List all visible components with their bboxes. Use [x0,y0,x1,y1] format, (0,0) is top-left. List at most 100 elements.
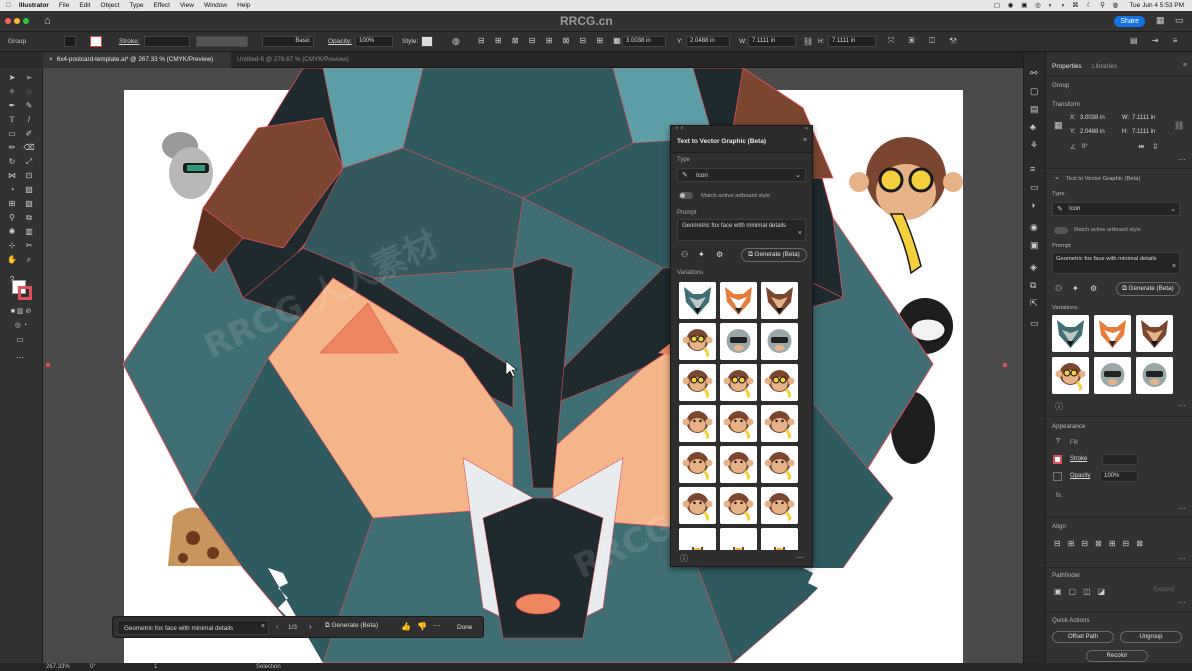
variation-thumbnail[interactable] [679,282,716,319]
graphic-styles-icon[interactable]: ▣ [1030,240,1039,251]
menu-type[interactable]: Type [129,2,143,9]
magic-wand-tool-icon[interactable]: ✧ [6,86,18,98]
prop-w-value[interactable]: 7.1111 in [1132,115,1155,121]
brushes-icon[interactable]: ♣ [1030,122,1036,132]
transform-more-icon[interactable]: ⋯ [1178,155,1186,164]
menu-effect[interactable]: Effect [153,2,170,9]
artboards-icon[interactable]: ⧉ [1030,280,1036,291]
tab-untitled-6[interactable]: Untitled-6 @ 278.67 % (CMYK/Preview) [231,52,371,68]
tab-properties[interactable]: Properties [1052,63,1082,70]
apple-icon[interactable]:  [6,2,11,9]
artboard-tool-icon[interactable]: ⊹ [6,240,18,252]
brush-stroke-field[interactable]: Basic [262,36,314,47]
type-dropdown[interactable]: ✎ Icon ⌄ [677,168,806,182]
pathfinder-more-icon[interactable]: ⋯ [1178,598,1186,607]
variable-width-field[interactable] [196,36,248,47]
transform-icons[interactable]: ⤧ ▣ ◫ ⚒ [888,36,963,46]
prop-variations-more-icon[interactable]: ⋯ [1178,401,1186,410]
prop-effects-icon[interactable]: ✦ [1072,284,1079,293]
right-handle[interactable] [1003,363,1007,367]
variation-thumbnail[interactable] [761,282,798,319]
variation-thumbnail[interactable] [720,405,757,442]
blend-tool-icon[interactable]: ⧉ [23,212,35,224]
prop-rotate-value[interactable]: 0° [1082,144,1088,150]
left-handle[interactable] [46,363,50,367]
variation-thumbnail[interactable] [679,405,716,442]
reference-point-icon[interactable]: ▦ [1054,120,1063,131]
menu-app-name[interactable]: Illustrator [19,2,49,9]
appearance-more-icon[interactable]: ⋯ [1178,504,1186,513]
clock[interactable]: Tue Jun 4 5:53 PM [1129,2,1184,9]
stroke-swatch[interactable] [90,36,102,47]
minimize-window-icon[interactable] [14,18,20,24]
variation-thumbnail[interactable] [761,528,798,550]
width-tool-icon[interactable]: ⋈ [6,170,18,182]
style-swatch[interactable] [421,36,433,47]
rotation-value[interactable]: 0° [90,664,96,670]
panel-collapse-icon[interactable]: » [805,126,808,132]
fill-stroke-swatches[interactable] [12,280,34,300]
h-field[interactable]: 7.1111 in [828,36,876,47]
align-more-icon[interactable]: ⋯ [1178,554,1186,563]
prop-match-style-toggle[interactable] [1054,227,1068,234]
home-icon[interactable]: ⌂ [44,15,51,27]
zoom-window-icon[interactable] [23,18,29,24]
menu-help[interactable]: Help [237,2,250,9]
pencil-tool-icon[interactable]: ✏ [6,142,18,154]
next-variation-icon[interactable]: › [309,622,312,631]
slice-tool-icon[interactable]: ✂ [23,240,35,252]
hand-tool-icon[interactable]: ✋ [6,254,18,266]
context-prompt-input[interactable]: Geometric fox face with minimal details … [117,620,269,635]
koala-sticker[interactable] [162,132,213,199]
prop-prompt-input[interactable]: Geometric fox face with minimal details … [1052,252,1180,274]
variation-thumbnail[interactable] [720,487,757,524]
close-tab-icon[interactable]: × [49,56,53,63]
prop-generate-button[interactable]: ⧉ Generate (Beta) [1116,282,1180,296]
flip-vertical-icon[interactable]: ⇳ [1152,142,1159,151]
type-tool-icon[interactable]: T [6,114,18,126]
opacity-label[interactable]: Opacity: [328,38,352,45]
prop-variation-thumbnail[interactable] [1052,357,1089,394]
prop-variation-thumbnail[interactable] [1094,357,1131,394]
menu-object[interactable]: Object [101,2,120,9]
paintbrush-tool-icon[interactable]: ✐ [23,128,35,140]
fx-label[interactable]: fx. [1056,492,1063,499]
stroke-swatch-icon[interactable] [18,286,32,300]
color-mode-icons[interactable]: ■ ▥ ⊘ [6,306,36,318]
w-field[interactable]: 7.1111 in [748,36,796,47]
search-icon-2[interactable]: ⌕ [1130,15,1135,26]
context-more-icon[interactable]: ⋯ [433,621,441,630]
offset-path-button[interactable]: Offset Path [1052,631,1114,643]
effects-icon[interactable]: ✦ [698,250,705,259]
eyedropper-tool-icon[interactable]: ⚲ [6,212,18,224]
prop-type-dropdown[interactable]: ✎ Icon ⌄ [1052,202,1180,216]
panel-menu-icon[interactable]: ≡ [803,137,807,144]
collapse-t2v-icon[interactable]: ⌄ [1054,173,1060,181]
free-transform-tool-icon[interactable]: ⊡ [23,170,35,182]
prop-variation-thumbnail[interactable] [1136,315,1173,352]
artwork-fox[interactable] [43,68,1023,663]
prev-variation-icon[interactable]: ‹ [276,622,279,631]
rotate-tool-icon[interactable]: ↻ [6,156,18,168]
layers-icon[interactable]: ◈ [1030,262,1037,273]
curvature-tool-icon[interactable]: ✎ [23,100,35,112]
y-field[interactable]: 2.0488 in [686,36,730,47]
gradient-tool-icon[interactable]: ▨ [23,198,35,210]
opacity-field[interactable]: 100% [355,36,393,47]
variation-thumbnail[interactable] [679,364,716,401]
prop-h-value[interactable]: 7.1111 in [1132,129,1155,135]
clear-prompt-icon[interactable]: × [798,230,802,237]
gradient-panel-icon[interactable]: ▭ [1030,182,1039,193]
column-graph-tool-icon[interactable]: ▥ [23,226,35,238]
libraries-icon[interactable]: ▤ [1030,104,1039,115]
constrain-proportions-icon[interactable]: ⛓ [803,37,813,46]
ungroup-button[interactable]: Ungroup [1120,631,1182,643]
variation-thumbnail[interactable] [720,528,757,550]
variation-thumbnail[interactable] [679,528,716,550]
variation-thumbnail[interactable] [679,323,716,360]
flip-horizontal-icon[interactable]: ⇹ [1138,142,1145,151]
align-icons[interactable]: ⊟ ⊞ ⊠ ⊟ ⊞ ⊠ ⊟ ⊞ ▦ [478,36,625,45]
properties-menu-icon[interactable]: ≡ [1183,62,1187,69]
menu-edit[interactable]: Edit [79,2,90,9]
scale-tool-icon[interactable]: ⤢ [23,156,35,168]
